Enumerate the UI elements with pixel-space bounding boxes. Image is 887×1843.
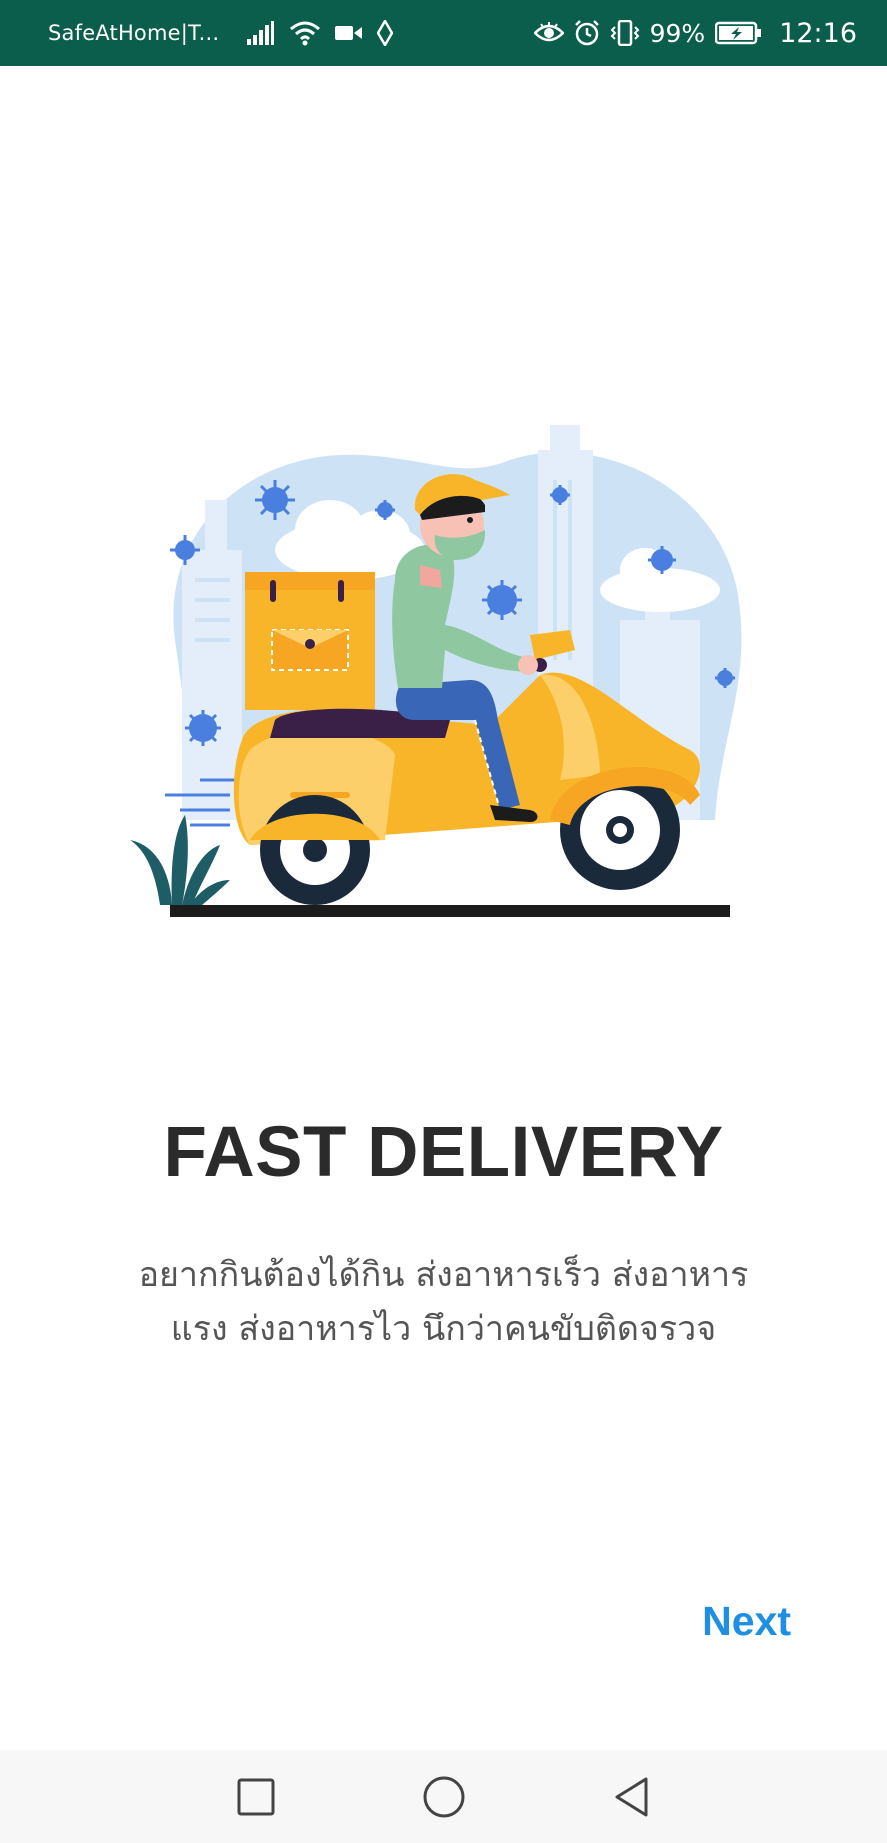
status-bar: SafeAtHome|T... 99% 12:16 [0,0,887,66]
location-icon [377,20,394,46]
video-camera-icon [335,24,363,42]
signal-icon [247,21,275,45]
status-right: 99% 12:16 [533,17,857,49]
status-time: 12:16 [779,17,857,49]
recents-square-icon[interactable] [226,1767,286,1827]
battery-charging-icon [715,21,763,45]
onboarding-description: อยากกินต้องได้กิน ส่งอาหารเร็ว ส่งอาหารแ… [138,1255,749,1349]
plant [130,815,230,905]
vibrate-icon [610,20,640,46]
battery-percent: 99% [649,18,706,48]
delivery-scooter-illustration [130,420,760,930]
wifi-icon [289,20,321,46]
eye-icon [533,22,564,44]
onboarding-title: FAST DELIVERY [163,1113,724,1192]
status-left: SafeAtHome|T... [48,20,534,46]
system-nav-bar [0,1750,887,1843]
ground-line [170,905,730,917]
home-circle-icon[interactable] [414,1767,474,1827]
alarm-icon [574,20,600,46]
status-app-name: SafeAtHome|T... [48,21,220,45]
back-triangle-icon[interactable] [602,1767,662,1827]
next-button[interactable]: Next [702,1598,791,1645]
delivery-box [245,572,375,710]
